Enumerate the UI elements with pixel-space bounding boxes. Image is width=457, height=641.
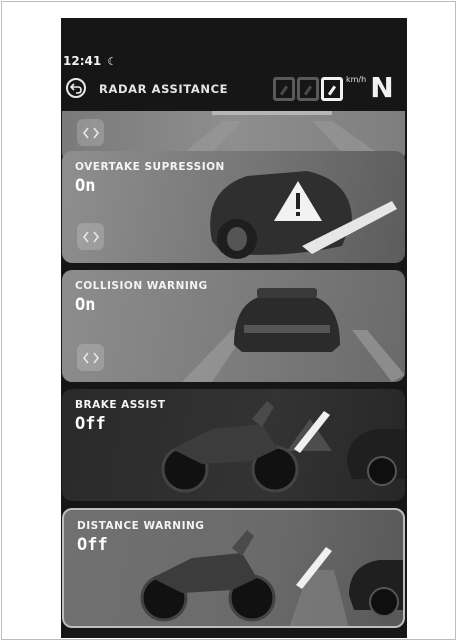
card-value: Off xyxy=(75,414,106,434)
card-label: DISTANCE WARNING xyxy=(77,520,205,532)
card-label: BRAKE ASSIST xyxy=(75,399,166,411)
moon-icon: ☾ xyxy=(107,55,118,68)
gear-indicator: N xyxy=(370,71,394,104)
toggle-button[interactable] xyxy=(77,223,104,250)
speed-readout: km/h N xyxy=(273,73,394,107)
back-arrow-icon xyxy=(70,83,82,94)
left-right-chevrons-icon xyxy=(82,127,99,138)
card-overtake-supression[interactable]: OVERTAKE SUPRESSION On xyxy=(62,151,405,263)
back-button[interactable] xyxy=(66,78,86,98)
card-distance-warning[interactable]: DISTANCE WARNING Off xyxy=(62,508,405,628)
left-right-chevrons-icon xyxy=(82,231,99,242)
card-value: On xyxy=(75,295,96,315)
card-collision-warning[interactable]: COLLISION WARNING On xyxy=(62,270,405,382)
speed-unit: km/h xyxy=(346,75,367,84)
speed-digit-hundreds xyxy=(273,77,295,101)
card-brake-assist[interactable]: BRAKE ASSIST Off xyxy=(62,389,405,501)
dashboard-screen: 12:41 ☾ RADAR ASSITANCE km/h N OVERTAKE … xyxy=(61,18,407,638)
speed-digit-ones xyxy=(321,77,343,101)
header-bar: RADAR ASSITANCE km/h N xyxy=(61,73,407,110)
card-value: Off xyxy=(77,535,108,555)
card-label: COLLISION WARNING xyxy=(75,280,208,292)
clock: 12:41 ☾ xyxy=(63,54,118,68)
card-label: OVERTAKE SUPRESSION xyxy=(75,161,225,173)
page-title: RADAR ASSITANCE xyxy=(99,82,229,96)
toggle-button[interactable] xyxy=(77,344,104,371)
card-value: On xyxy=(75,176,96,196)
left-right-chevrons-icon xyxy=(82,352,99,363)
toggle-previous-button[interactable] xyxy=(77,119,104,146)
speed-digit-tens xyxy=(297,77,319,101)
